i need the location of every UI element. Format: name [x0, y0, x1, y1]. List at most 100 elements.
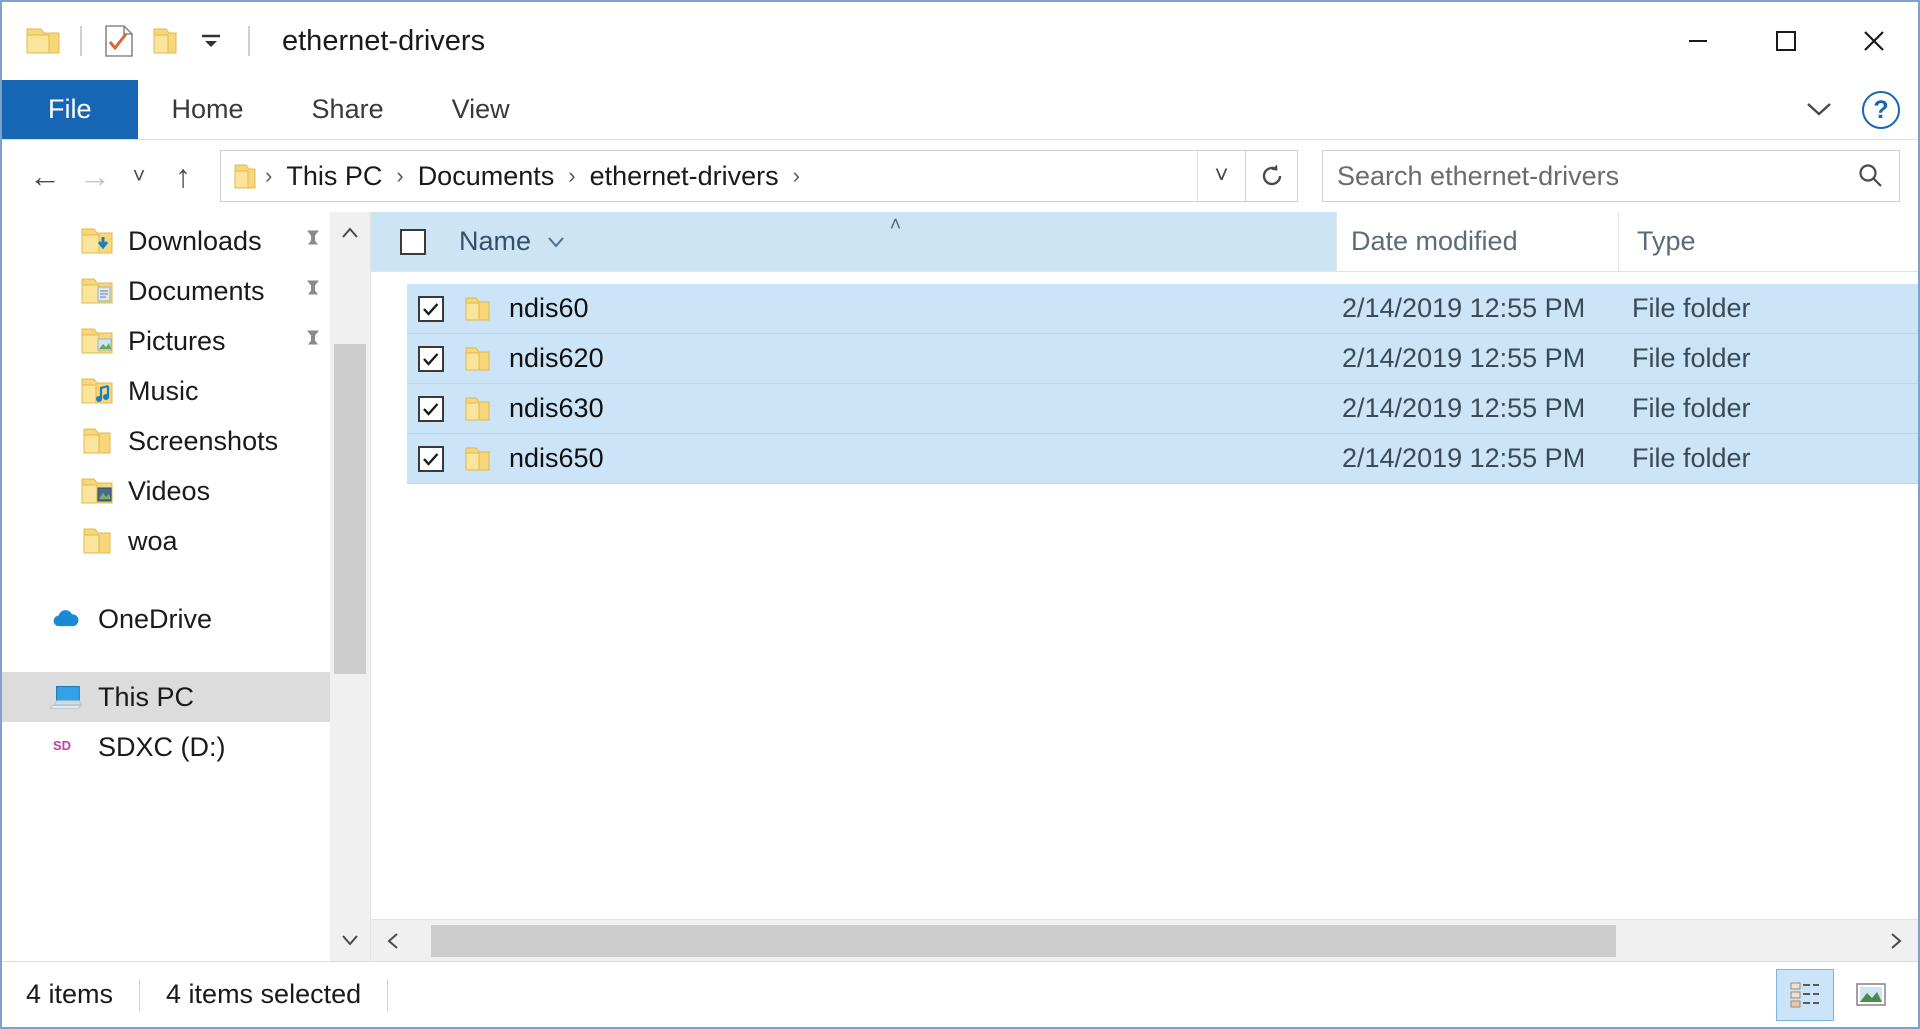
tab-home[interactable]: Home [138, 80, 278, 139]
sidebar-item-sdxc-drive[interactable]: SD SDXC (D:) [2, 722, 370, 772]
back-button[interactable]: ← [20, 151, 70, 201]
sidebar-item-videos[interactable]: Videos [2, 466, 370, 516]
column-header-date-modified[interactable]: Date modified [1336, 212, 1618, 271]
select-all-checkbox[interactable] [371, 212, 455, 271]
sidebar-item-label: SDXC (D:) [98, 731, 226, 762]
horizontal-scroll-track[interactable] [415, 920, 1874, 962]
ribbon-right-controls: ? [1802, 80, 1900, 140]
minimize-button[interactable] [1654, 2, 1742, 80]
search-box[interactable] [1322, 150, 1900, 202]
navigation-list: Downloads Documents Pictures Music Scree… [2, 212, 370, 772]
horizontal-scroll-thumb[interactable] [431, 924, 1616, 957]
toolbar-divider-2 [248, 26, 250, 56]
tab-share[interactable]: Share [278, 80, 418, 139]
breadcrumb-separator-1[interactable]: › [388, 163, 411, 189]
forward-button[interactable]: → [70, 151, 120, 201]
title-bar: ethernet-drivers [2, 2, 1918, 80]
column-header-name-label: Name [459, 226, 532, 256]
svg-text:SD: SD [53, 738, 71, 753]
refresh-button[interactable] [1246, 150, 1298, 202]
horizontal-scrollbar[interactable] [371, 919, 1918, 961]
sidebar-item-screenshots[interactable]: Screenshots [2, 416, 370, 466]
sidebar-item-label: OneDrive [98, 603, 213, 634]
table-row[interactable]: ndis630 2/14/2019 12:55 PM File folder [407, 384, 1918, 434]
sd-card-icon: SD [50, 730, 84, 764]
sidebar-scroll-thumb[interactable] [334, 344, 366, 674]
pin-icon[interactable] [302, 328, 324, 355]
ribbon-tab-bar: File Home Share View ? [2, 80, 1918, 140]
navigation-pane: Downloads Documents Pictures Music Scree… [2, 212, 370, 961]
search-input[interactable] [1337, 160, 1855, 192]
column-header-name[interactable]: ˄ Name [455, 212, 1336, 271]
new-folder-icon[interactable] [142, 18, 188, 64]
help-icon[interactable]: ? [1862, 91, 1900, 129]
table-row[interactable]: ndis60 2/14/2019 12:55 PM File folder [407, 284, 1918, 334]
details-view-button[interactable] [1776, 969, 1834, 1021]
folder-icon [80, 524, 114, 558]
sidebar-group-gap-2 [2, 644, 370, 672]
row-date-modified: 2/14/2019 12:55 PM [1342, 443, 1586, 473]
sidebar-item-onedrive[interactable]: OneDrive [2, 594, 370, 644]
address-box[interactable]: › This PC › Documents › ethernet-drivers… [220, 150, 1246, 202]
sidebar-item-downloads[interactable]: Downloads [2, 216, 370, 266]
column-header-type[interactable]: Type [1618, 212, 1918, 271]
tab-view[interactable]: View [418, 80, 544, 139]
folder-videos-icon [80, 474, 114, 508]
scroll-down-icon[interactable] [330, 919, 370, 961]
status-bar: 4 items 4 items selected [2, 961, 1918, 1027]
folder-icon [80, 424, 114, 458]
scroll-up-icon[interactable] [330, 212, 370, 254]
breadcrumb-documents[interactable]: Documents [412, 161, 561, 192]
row-type: File folder [1632, 443, 1751, 473]
chevron-down-icon[interactable] [1802, 96, 1836, 125]
sidebar-item-music[interactable]: Music [2, 366, 370, 416]
breadcrumb-separator-3[interactable]: › [785, 163, 808, 189]
up-button[interactable]: ↑ [158, 151, 208, 201]
scroll-right-icon[interactable] [1874, 920, 1918, 962]
close-button[interactable] [1830, 2, 1918, 80]
sidebar-scrollbar[interactable] [330, 212, 370, 961]
search-icon[interactable] [1855, 161, 1885, 191]
breadcrumb-separator-0[interactable]: › [257, 163, 280, 189]
status-divider [139, 978, 141, 1011]
breadcrumb-ethernet-drivers[interactable]: ethernet-drivers [584, 161, 785, 192]
item-count-label: 4 items [26, 979, 114, 1009]
folder-icon [455, 296, 499, 322]
breadcrumb-separator-2[interactable]: › [560, 163, 583, 189]
toolbar-divider [80, 26, 82, 56]
row-checkbox[interactable] [407, 345, 455, 373]
maximize-button[interactable] [1742, 2, 1830, 80]
sidebar-item-this-pc[interactable]: This PC [2, 672, 370, 722]
onedrive-cloud-icon [50, 602, 84, 636]
pin-icon[interactable] [302, 228, 324, 255]
quick-access-toolbar [20, 18, 264, 64]
view-mode-buttons [1776, 962, 1900, 1028]
customize-caret-icon[interactable] [188, 18, 234, 64]
column-filter-icon[interactable] [531, 212, 582, 271]
folder-icon [455, 396, 499, 422]
address-folder-icon [233, 162, 257, 190]
row-name: ndis620 [509, 343, 604, 373]
table-row[interactable]: ndis620 2/14/2019 12:55 PM File folder [407, 334, 1918, 384]
pin-icon[interactable] [302, 278, 324, 305]
properties-icon[interactable] [96, 18, 142, 64]
selection-count-label: 4 items selected [166, 979, 362, 1009]
large-icons-view-button[interactable] [1842, 969, 1900, 1021]
sidebar-item-pictures[interactable]: Pictures [2, 316, 370, 366]
scroll-left-icon[interactable] [371, 920, 415, 962]
breadcrumb-this-pc[interactable]: This PC [280, 161, 388, 192]
table-row[interactable]: ndis650 2/14/2019 12:55 PM File folder [407, 434, 1918, 484]
sidebar-item-woa[interactable]: woa [2, 516, 370, 566]
address-dropdown-icon[interactable]: ˅ [1197, 151, 1245, 201]
sidebar-scroll-track[interactable] [330, 254, 370, 919]
tab-file[interactable]: File [2, 80, 138, 139]
sidebar-item-documents[interactable]: Documents [2, 266, 370, 316]
file-explorer-window: ethernet-drivers File Home Share View ? … [0, 0, 1920, 1029]
row-checkbox[interactable] [407, 445, 455, 473]
row-checkbox[interactable] [407, 395, 455, 423]
recent-locations-button[interactable]: ˅ [120, 151, 158, 201]
row-checkbox[interactable] [407, 295, 455, 323]
row-date-modified: 2/14/2019 12:55 PM [1342, 343, 1586, 373]
folder-icon[interactable] [20, 18, 66, 64]
